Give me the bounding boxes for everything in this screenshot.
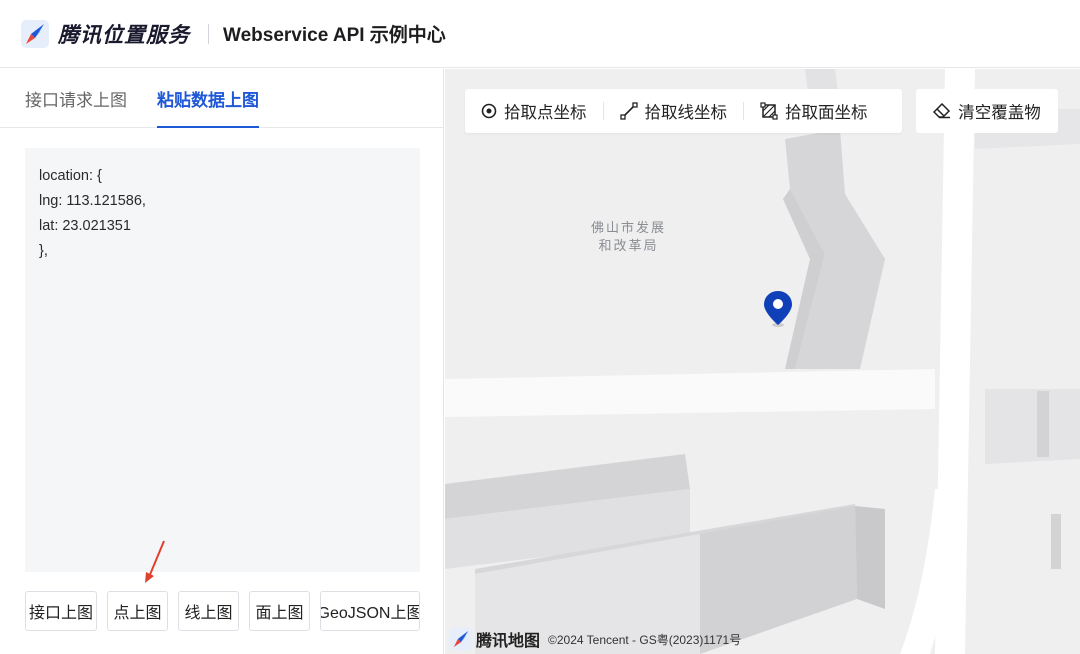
clear-overlays-label: 清空覆盖物 xyxy=(958,104,1041,122)
left-panel: 接口请求上图 粘贴数据上图 location: { lng: 113.12158… xyxy=(0,69,444,654)
app-header: 腾讯位置服务 Webservice API 示例中心 xyxy=(0,0,1080,68)
polyline-icon xyxy=(619,102,638,120)
pick-line-tool[interactable]: 拾取线坐标 xyxy=(604,89,744,133)
data-editor-textarea[interactable]: location: { lng: 113.121586, lat: 23.021… xyxy=(25,148,420,572)
tencent-compass-logo-icon xyxy=(21,19,49,48)
pick-point-tool[interactable]: 拾取点坐标 xyxy=(465,89,603,133)
tencent-map-logo-icon xyxy=(449,627,473,651)
eraser-icon xyxy=(933,103,951,119)
pick-line-label: 拾取线坐标 xyxy=(644,104,728,122)
map-brand-label: 腾讯地图 xyxy=(476,633,541,650)
tab-api-request[interactable]: 接口请求上图 xyxy=(25,86,127,127)
poi-label: 佛山市发展 和改革局 xyxy=(591,219,666,255)
poi-label-line1: 佛山市发展 xyxy=(591,220,667,235)
geojson-plot-button[interactable]: GeoJSON上图 xyxy=(320,591,420,631)
page-title: Webservice API 示例中心 xyxy=(223,25,446,46)
map-pin-icon[interactable] xyxy=(763,290,793,328)
clear-overlays-button[interactable]: 清空覆盖物 xyxy=(916,89,1058,133)
api-plot-button[interactable]: 接口上图 xyxy=(25,591,97,631)
map-copyright: ©2024 Tencent - GS粤(2023)1171号 xyxy=(548,632,742,647)
tab-paste-data[interactable]: 粘贴数据上图 xyxy=(157,86,259,128)
plot-button-row: 接口上图 点上图 线上图 面上图 GeoJSON上图 xyxy=(25,591,420,631)
polygon-plot-button[interactable]: 面上图 xyxy=(249,591,310,631)
line-plot-button[interactable]: 线上图 xyxy=(178,591,239,631)
tab-bar: 接口请求上图 粘贴数据上图 xyxy=(0,69,443,128)
pick-polygon-label: 拾取面坐标 xyxy=(785,104,868,122)
polygon-icon xyxy=(760,102,778,120)
header-divider xyxy=(208,23,209,44)
target-point-icon xyxy=(481,103,497,119)
annotation-arrow-icon xyxy=(145,540,165,583)
map-base-layer xyxy=(445,69,1080,654)
pick-polygon-tool[interactable]: 拾取面坐标 xyxy=(744,89,884,133)
map-toolbar: 拾取点坐标 拾取线坐标 拾取面坐标 xyxy=(465,89,902,133)
map-view[interactable]: 拾取点坐标 拾取线坐标 拾取面坐标 清空覆盖物 佛山市发展 和改革局 腾讯地图 … xyxy=(445,69,1080,654)
point-plot-button[interactable]: 点上图 xyxy=(107,591,168,631)
poi-label-line2: 和改革局 xyxy=(598,238,659,253)
map-attribution: 腾讯地图 ©2024 Tencent - GS粤(2023)1171号 xyxy=(449,627,741,651)
brand-name: 腾讯位置服务 xyxy=(58,23,190,47)
pick-point-label: 拾取点坐标 xyxy=(504,104,587,122)
